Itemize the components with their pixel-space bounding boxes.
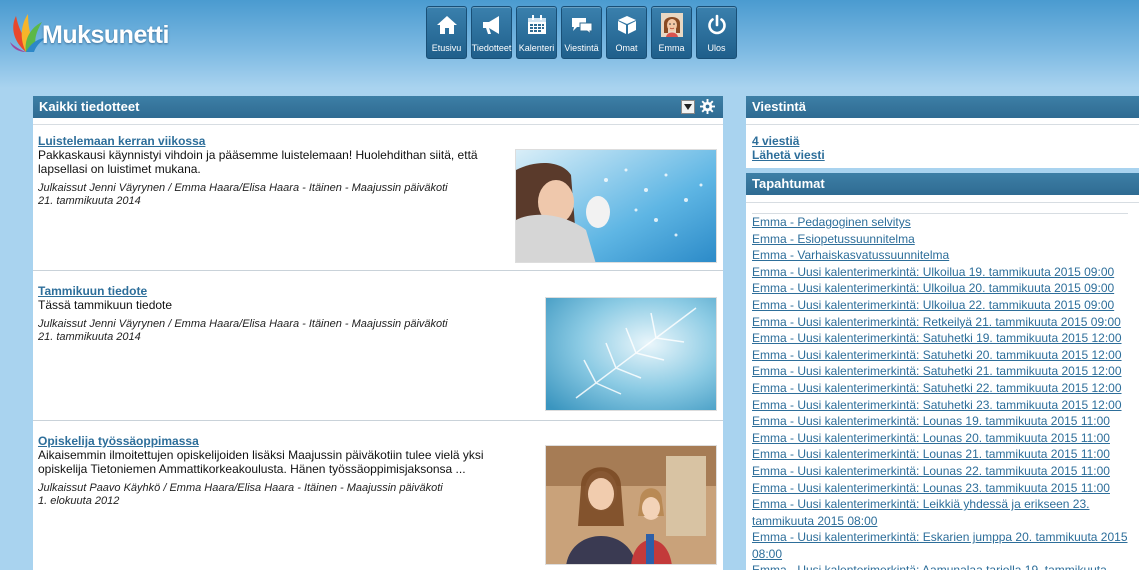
messages-panel-title: Viestintä (752, 99, 806, 114)
news-text: Aikaisemmin ilmoitettujen opiskelijoiden… (38, 448, 484, 476)
events-panel-title: Tapahtumat (752, 176, 825, 191)
messages-count-link[interactable]: 4 viestiä (752, 134, 825, 148)
logo-text: Muksunetti (42, 20, 169, 49)
event-link[interactable]: Emma - Uusi kalenterimerkintä: Retkeilyä… (752, 314, 1128, 331)
news-published: Julkaissut Jenni Väyrynen / Emma Haara/E… (38, 318, 448, 330)
news-item: Opiskelija työssäoppimassa Aikaisemmin i… (33, 425, 723, 570)
calendar-icon (527, 15, 546, 34)
nav-label: Etusivu (431, 43, 462, 53)
dropdown-button[interactable] (681, 99, 695, 114)
news-title-link[interactable]: Luistelemaan kerran viikossa (38, 134, 205, 148)
nav-etusivu[interactable]: Etusivu (426, 6, 467, 59)
nav-label: Kalenteri (518, 43, 555, 53)
event-link[interactable]: Emma - Uusi kalenterimerkintä: Lounas 21… (752, 446, 1128, 463)
news-image-frost[interactable] (545, 297, 717, 411)
header: Muksunetti Etusivu Tiedotteet Kalenteri … (0, 0, 1139, 88)
gear-icon[interactable] (700, 99, 715, 114)
event-link[interactable]: Emma - Uusi kalenterimerkintä: Lounas 20… (752, 430, 1128, 447)
logo-swirl-icon (10, 14, 46, 52)
messages-links: 4 viestiä Lähetä viesti (752, 134, 825, 162)
nav-label: Emma (658, 43, 685, 53)
news-published: Julkaissut Paavo Käyhkö / Emma Haara/Eli… (38, 482, 443, 494)
nav-ulos[interactable]: Ulos (696, 6, 737, 59)
event-link[interactable]: Emma - Varhaiskasvatussuunnitelma (752, 247, 1128, 264)
logo[interactable]: Muksunetti (6, 12, 169, 58)
news-text: Tässä tammikuun tiedote (38, 298, 173, 312)
main-nav: Etusivu Tiedotteet Kalenteri Viestintä O… (426, 6, 737, 59)
event-link[interactable]: Emma - Pedagoginen selvitys (752, 214, 1128, 231)
events-list: Emma - Pedagoginen selvitys Emma - Esiope… (752, 213, 1128, 570)
messages-panel-header: Viestintä (746, 96, 1139, 118)
event-link[interactable]: Emma - Esiopetussuunnitelma (752, 231, 1128, 248)
event-link[interactable]: Emma - Uusi kalenterimerkintä: Lounas 19… (752, 413, 1128, 430)
divider (746, 124, 1139, 125)
news-panel-header: Kaikki tiedotteet (33, 96, 723, 118)
event-link[interactable]: Emma - Uusi kalenterimerkintä: Satuhetki… (752, 397, 1128, 414)
event-link[interactable]: Emma - Uusi kalenterimerkintä: Ulkoilua … (752, 280, 1128, 297)
nav-emma[interactable]: Emma (651, 6, 692, 59)
panel-tools (681, 99, 715, 114)
megaphone-icon (482, 16, 499, 34)
event-link[interactable]: Emma - Uusi kalenterimerkintä: Leikkiä y… (752, 496, 1128, 529)
event-link[interactable]: Emma - Uusi kalenterimerkintä: Satuhetki… (752, 380, 1128, 397)
chevron-down-icon (684, 103, 692, 110)
send-message-link[interactable]: Lähetä viesti (752, 148, 825, 162)
home-icon (436, 16, 457, 34)
event-link[interactable]: Emma - Uusi kalenterimerkintä: Satuhetki… (752, 330, 1128, 347)
event-link[interactable]: Emma - Uusi kalenterimerkintä: Satuhetki… (752, 363, 1128, 380)
news-item: Tammikuun tiedote Tässä tammikuun tiedot… (33, 275, 723, 421)
event-link[interactable]: Emma - Uusi kalenterimerkintä: Lounas 23… (752, 480, 1128, 497)
nav-viestinta[interactable]: Viestintä (561, 6, 602, 59)
events-panel-header: Tapahtumat (746, 173, 1139, 195)
news-item: Luistelemaan kerran viikossa Pakkaskausi… (33, 125, 723, 271)
event-link[interactable]: Emma - Uusi kalenterimerkintä: Aamunalaa… (752, 562, 1128, 570)
nav-label: Viestintä (564, 43, 599, 53)
events-panel: Tapahtumat Emma - Pedagoginen selvitys Em… (746, 173, 1139, 570)
avatar-icon (660, 13, 683, 37)
nav-kalenteri[interactable]: Kalenteri (516, 6, 557, 59)
news-date: 21. tammikuuta 2014 (38, 195, 141, 207)
news-text: Pakkaskausi käynnistyi vihdoin ja pääsem… (38, 148, 478, 176)
news-panel-title: Kaikki tiedotteet (39, 99, 140, 114)
power-icon (707, 14, 726, 35)
event-link[interactable]: Emma - Uusi kalenterimerkintä: Lounas 22… (752, 463, 1128, 480)
nav-omat[interactable]: Omat (606, 6, 647, 59)
messages-panel: Viestintä 4 viestiä Lähetä viesti (746, 96, 1139, 168)
divider (746, 202, 1139, 203)
messages-icon (571, 18, 592, 35)
box-icon (617, 16, 636, 34)
event-link[interactable]: Emma - Uusi kalenterimerkintä: Satuhetki… (752, 347, 1128, 364)
news-panel: Kaikki tiedotteet Luistelemaan kerran vi… (33, 96, 723, 570)
news-image-student[interactable] (545, 445, 717, 565)
nav-tiedotteet[interactable]: Tiedotteet (471, 6, 512, 59)
event-link[interactable]: Emma - Uusi kalenterimerkintä: Ulkoilua … (752, 297, 1128, 314)
event-link[interactable]: Emma - Uusi kalenterimerkintä: Eskarien … (752, 529, 1128, 562)
news-date: 1. elokuuta 2012 (38, 495, 120, 507)
news-title-link[interactable]: Opiskelija työssäoppimassa (38, 434, 199, 448)
event-link[interactable]: Emma - Uusi kalenterimerkintä: Ulkoilua … (752, 264, 1128, 281)
news-list: Luistelemaan kerran viikossa Pakkaskausi… (33, 124, 723, 570)
nav-label: Ulos (707, 43, 726, 53)
nav-label: Omat (615, 43, 638, 53)
news-published: Julkaissut Jenni Väyrynen / Emma Haara/E… (38, 182, 448, 194)
news-date: 21. tammikuuta 2014 (38, 331, 141, 343)
news-title-link[interactable]: Tammikuun tiedote (38, 284, 147, 298)
news-image-skating[interactable] (515, 149, 717, 263)
nav-label: Tiedotteet (471, 43, 512, 53)
